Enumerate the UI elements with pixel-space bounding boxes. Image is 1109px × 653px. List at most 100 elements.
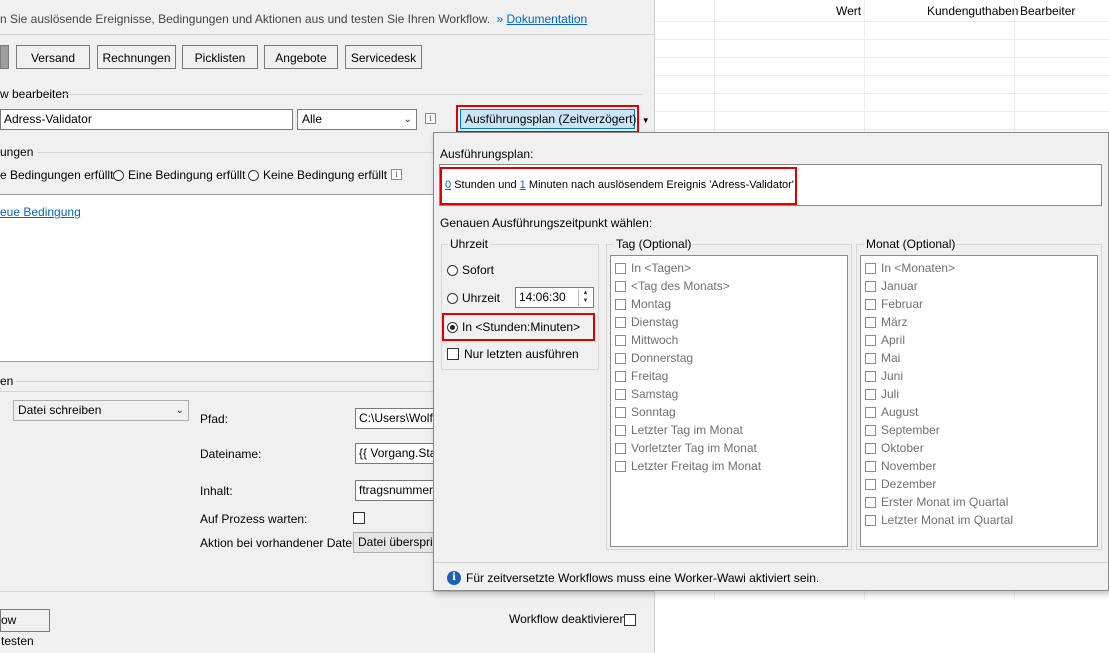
choose-time-label: Genauen Ausführungszeitpunkt wählen:	[440, 216, 653, 230]
day-option[interactable]: Sonntag	[615, 405, 676, 419]
tab-servicedesk[interactable]: Servicedesk	[345, 45, 422, 69]
checkbox-icon	[865, 407, 876, 418]
checkbox-icon	[615, 281, 626, 292]
workflow-scope-select[interactable]: Alle ⌄	[297, 109, 417, 130]
content-label: Inhalt:	[200, 484, 233, 498]
chevron-down-icon: ⌄	[175, 405, 184, 416]
radio-none-label: Keine Bedingung erfüllt	[263, 168, 388, 182]
checkbox-icon	[865, 263, 876, 274]
checkbox-icon	[865, 353, 876, 364]
doc-link-prefix: »	[496, 12, 504, 26]
month-option[interactable]: September	[865, 423, 940, 437]
month-group-label: Monat (Optional)	[864, 237, 958, 251]
month-option[interactable]: Oktober	[865, 441, 924, 455]
grid-header-bearbeiter[interactable]: Bearbeiter	[1020, 4, 1075, 18]
info-icon: i	[447, 571, 461, 585]
spin-down-icon[interactable]: ▼	[579, 297, 592, 305]
time-value: 14:06:30	[519, 290, 566, 304]
month-option[interactable]: April	[865, 333, 905, 347]
day-option[interactable]: Mittwoch	[615, 333, 678, 347]
checkbox-icon	[615, 461, 626, 472]
day-option[interactable]: In <Tagen>	[615, 261, 691, 275]
month-option[interactable]: Juli	[865, 387, 899, 401]
content-input[interactable]: ftragsnummer }}	[355, 480, 435, 501]
day-option[interactable]: <Tag des Monats>	[615, 279, 730, 293]
tab-angebote[interactable]: Angebote	[264, 45, 338, 69]
documentation-link[interactable]: Dokumentation	[506, 12, 587, 26]
new-condition-link[interactable]: eue Bedingung	[0, 205, 81, 219]
filename-input[interactable]: {{ Vorgang.Star	[355, 443, 435, 464]
spin-up-icon[interactable]: ▲	[579, 289, 592, 297]
day-option[interactable]: Vorletzter Tag im Monat	[615, 441, 757, 455]
month-option[interactable]: Februar	[865, 297, 923, 311]
grid-header-wert[interactable]: Wert	[836, 4, 861, 18]
workflow-scope-value: Alle	[302, 112, 323, 126]
month-option[interactable]: Juni	[865, 369, 903, 383]
radio-uhrzeit[interactable]: Uhrzeit	[447, 291, 500, 305]
checkbox-icon	[865, 371, 876, 382]
checkbox-icon	[615, 407, 626, 418]
dropdown-arrow-icon: ▼	[641, 116, 650, 125]
info-icon[interactable]: i	[391, 169, 402, 180]
separator	[0, 34, 654, 35]
checkbox-icon	[865, 515, 876, 526]
existing-file-label: Aktion bei vorhandener Datei:	[200, 536, 359, 550]
month-option[interactable]: In <Monaten>	[865, 261, 955, 275]
radio-all-conditions[interactable]: e Bedingungen erfüllt	[0, 168, 113, 182]
day-option[interactable]: Donnerstag	[615, 351, 693, 365]
radio-no-condition[interactable]: Keine Bedingung erfüllt	[248, 168, 387, 182]
day-option[interactable]: Samstag	[615, 387, 678, 401]
existing-file-select[interactable]: Datei überspring	[353, 532, 435, 553]
month-option[interactable]: Letzter Monat im Quartal	[865, 513, 1013, 527]
grid-row-line	[655, 39, 1109, 40]
day-option[interactable]: Dienstag	[615, 315, 678, 329]
day-option[interactable]: Montag	[615, 297, 671, 311]
test-workflow-button[interactable]: ow testen	[0, 609, 50, 648]
radio-sofort[interactable]: Sofort	[447, 263, 494, 277]
checkbox-icon	[615, 299, 626, 310]
tab-picklisten[interactable]: Picklisten	[182, 45, 258, 69]
month-option[interactable]: März	[865, 315, 908, 329]
checkbox-icon	[615, 389, 626, 400]
checkbox-icon	[615, 443, 626, 454]
grid-row-line	[655, 75, 1109, 76]
checkbox-icon	[615, 335, 626, 346]
grid-row-line	[655, 21, 1109, 22]
day-listbox[interactable]: In <Tagen> <Tag des Monats> Montag Diens…	[610, 255, 848, 547]
path-input[interactable]: C:\Users\Wolf\	[355, 408, 435, 429]
separator	[16, 381, 433, 382]
separator	[0, 591, 654, 592]
day-option[interactable]: Letzter Freitag im Monat	[615, 459, 761, 473]
month-option[interactable]: Mai	[865, 351, 900, 365]
month-option[interactable]: Dezember	[865, 477, 936, 491]
highlight-plan-summary	[440, 167, 797, 205]
day-option[interactable]: Freitag	[615, 369, 668, 383]
radio-all-label: e Bedingungen erfüllt	[0, 168, 114, 182]
grid-header-kundenguthaben[interactable]: Kundenguthaben	[927, 4, 1018, 18]
only-last-checkbox[interactable]: Nur letzten ausführen	[447, 347, 579, 361]
tab-versand[interactable]: Versand	[16, 45, 90, 69]
day-option[interactable]: Letzter Tag im Monat	[615, 423, 743, 437]
info-icon[interactable]: i	[425, 113, 436, 124]
deactivate-workflow-checkbox[interactable]	[624, 614, 636, 626]
time-spinner[interactable]: ▲ ▼	[578, 289, 592, 306]
conditions-area: eue Bedingung	[0, 194, 433, 362]
radio-one-condition[interactable]: Eine Bedingung erfüllt	[113, 168, 245, 182]
month-option[interactable]: Erster Monat im Quartal	[865, 495, 1008, 509]
only-last-label: Nur letzten ausführen	[464, 347, 579, 361]
month-listbox[interactable]: In <Monaten> Januar Februar März April M…	[860, 255, 1098, 547]
grid-row-line	[655, 93, 1109, 94]
time-group-label: Uhrzeit	[448, 237, 491, 251]
checkbox-icon	[865, 425, 876, 436]
tab-rechnungen[interactable]: Rechnungen	[97, 45, 176, 69]
month-option[interactable]: August	[865, 405, 918, 419]
workflow-name-input[interactable]: Adress-Validator	[0, 109, 293, 130]
action-type-select[interactable]: Datei schreiben ⌄	[13, 400, 189, 421]
month-option[interactable]: November	[865, 459, 936, 473]
tab-selected-partial[interactable]	[0, 45, 9, 69]
checkbox-icon	[615, 425, 626, 436]
checkbox-icon	[615, 317, 626, 328]
wait-process-checkbox[interactable]	[353, 512, 365, 524]
month-option[interactable]: Januar	[865, 279, 918, 293]
checkbox-icon	[865, 281, 876, 292]
